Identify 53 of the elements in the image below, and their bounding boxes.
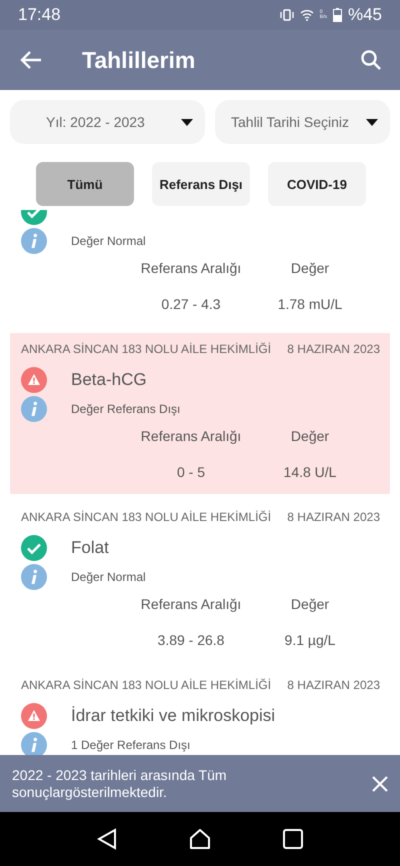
info-icon[interactable]	[21, 228, 47, 254]
reference-range: 3.89 - 26.8	[156, 632, 226, 648]
test-date: 8 HAZIRAN 2023	[287, 678, 380, 692]
search-button[interactable]	[360, 49, 382, 71]
hospital-name: ANKARA SİNCAN 183 NOLU AİLE HEKİMLİĞİ	[21, 678, 272, 692]
result-card[interactable]: ANKARA SİNCAN 183 NOLU AİLE HEKİMLİĞİ 8 HAZIRAN 2023 Beta-hCG Değer Referans Dışı Referans Aralığı Değer 0 - 5 14.8 U/L	[10, 333, 390, 494]
result-value: 14.8 U/L	[282, 464, 338, 480]
column-label: Değer	[290, 428, 330, 444]
test-date: 8 HAZIRAN 2023	[287, 342, 380, 356]
battery-percent: %45	[348, 5, 382, 25]
column-label: Referans Aralığı	[140, 596, 242, 612]
dropdown-caret-icon	[366, 118, 378, 126]
column-label: Referans Aralığı	[140, 428, 242, 444]
status-time: 17:48	[18, 5, 61, 25]
reference-range: 0 - 5	[176, 464, 206, 480]
test-name: Folat	[71, 538, 109, 558]
test-name: İdrar tetkiki ve mikroskopisi	[71, 706, 276, 726]
result-value: 1.78 mU/L	[276, 296, 344, 312]
dropdown-caret-icon	[181, 118, 193, 126]
status-text: Değer Normal	[71, 570, 146, 584]
hospital-name: ANKARA SİNCAN 183 NOLU AİLE HEKİMLİĞİ	[21, 342, 272, 356]
reference-range: 0.27 - 4.3	[160, 296, 222, 312]
test-date: 8 HAZIRAN 2023	[287, 510, 380, 524]
filter-chip[interactable]: Tümü	[36, 162, 134, 206]
close-button[interactable]	[372, 776, 388, 792]
nav-recents-button[interactable]	[283, 829, 303, 849]
nav-back-button[interactable]	[97, 828, 117, 850]
column-label: Referans Aralığı	[140, 260, 242, 276]
filter-chip[interactable]: Referans Dışı	[152, 162, 250, 206]
info-icon[interactable]	[21, 564, 47, 590]
filter-dropdown[interactable]: Tahlil Tarihi Seçiniz	[215, 100, 390, 144]
warning-icon	[21, 367, 47, 393]
filter-dropdown[interactable]: Yıl: 2022 - 2023	[10, 100, 205, 144]
nav-home-button[interactable]	[189, 828, 211, 850]
vibrate-icon	[280, 9, 294, 21]
back-button[interactable]	[20, 50, 42, 70]
status-text: 1 Değer Referans Dışı	[71, 738, 190, 752]
status-text: Değer Normal	[71, 234, 146, 248]
filter-chip[interactable]: COVID-19	[268, 162, 366, 206]
test-name: Beta-hCG	[71, 370, 147, 390]
column-label: Değer	[290, 596, 330, 612]
info-icon[interactable]	[21, 396, 47, 422]
snackbar-message: 2022 - 2023 tarihleri arasında Tüm sonuçlargösterilmektedir.	[12, 766, 228, 800]
result-value: 9.1 µg/L	[284, 632, 336, 648]
status-text: Değer Referans Dışı	[71, 402, 180, 416]
check-icon	[21, 535, 47, 561]
info-icon[interactable]	[21, 732, 47, 755]
column-label: Değer	[290, 260, 330, 276]
wifi-icon	[300, 9, 314, 21]
hospital-name: ANKARA SİNCAN 183 NOLU AİLE HEKİMLİĞİ	[21, 510, 272, 524]
warning-icon	[21, 703, 47, 729]
battery-icon	[332, 8, 342, 22]
page-title: Tahlillerim	[82, 46, 196, 74]
